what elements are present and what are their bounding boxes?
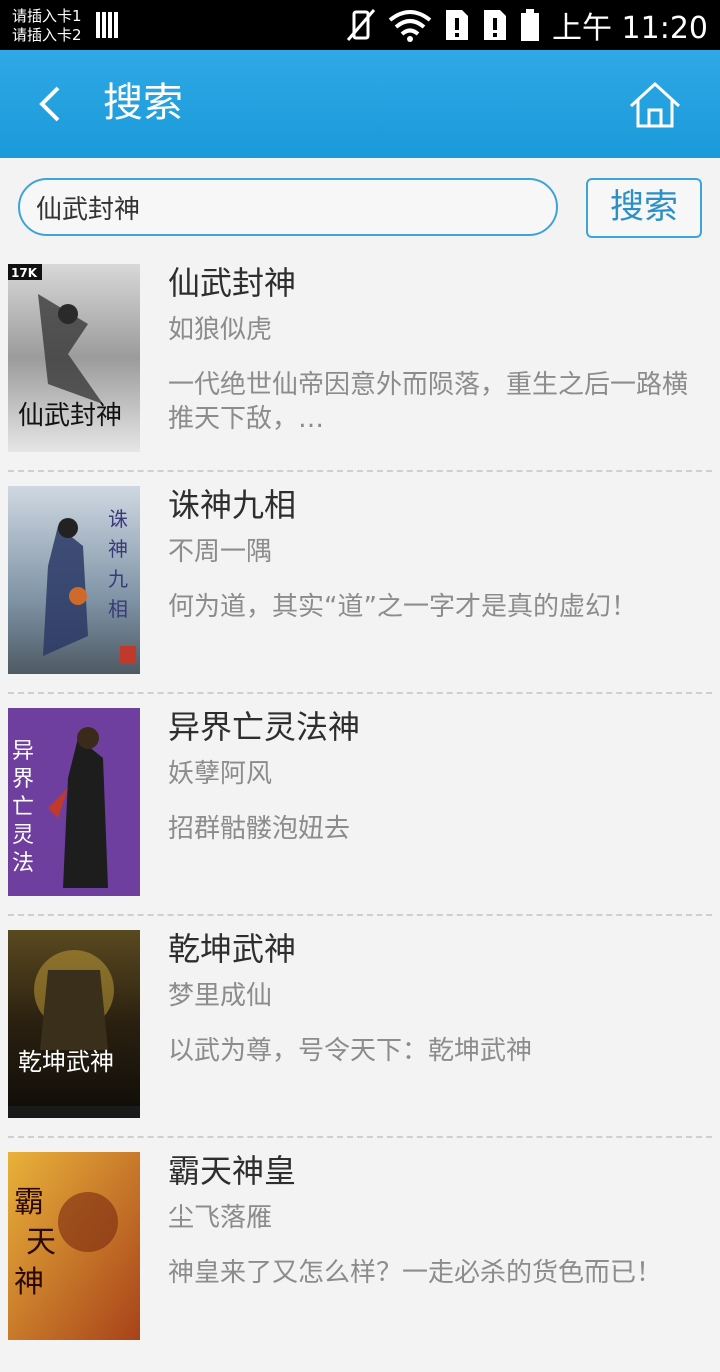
book-title: 霸天神皇: [168, 1152, 297, 1190]
svg-text:17K: 17K: [11, 266, 38, 280]
search-field[interactable]: [18, 178, 558, 236]
list-item[interactable]: 乾坤武神 乾坤武神 梦里成仙 以武为尊，号令天下：乾坤武神: [0, 928, 720, 1150]
clock: 上午 11:20: [552, 11, 708, 46]
list-item[interactable]: 霸 天 神 霸天神皇 尘飞落雁 神皇来了又怎么样？一走必杀的货色而已！: [0, 1150, 720, 1372]
divider: [8, 1136, 712, 1138]
book-author: 妖孽阿风: [168, 759, 273, 789]
book-title: 乾坤武神: [168, 930, 297, 968]
app-header: 搜索: [0, 50, 720, 158]
book-cover: 异 界 亡 灵 法: [8, 708, 140, 896]
book-cover: 霸 天 神: [8, 1152, 140, 1340]
book-author: 梦里成仙: [168, 981, 273, 1011]
book-results-list: 17K 仙武封神 仙武封神 如狼似虎 一代绝世仙帝因意外而陨落，重生之后一路横推…: [0, 262, 720, 1372]
wifi-icon: [388, 10, 432, 42]
home-icon[interactable]: [628, 80, 682, 130]
sim-status: 请插入卡1 请插入卡2: [12, 7, 82, 45]
signal-bars-icon: [96, 12, 118, 38]
svg-text:仙武封神: 仙武封神: [18, 401, 122, 431]
book-title: 诛神九相: [168, 486, 297, 524]
vibrate-off-icon: [346, 9, 376, 41]
page-title: 搜索: [103, 80, 183, 126]
sim1-text: 请插入卡1: [12, 7, 82, 25]
svg-text:乾坤武神: 乾坤武神: [18, 1048, 114, 1076]
book-author: 不周一隅: [168, 537, 273, 567]
book-author: 如狼似虎: [168, 315, 273, 345]
book-description: 招群骷髅泡妞去: [168, 814, 351, 844]
list-item[interactable]: 17K 仙武封神 仙武封神 如狼似虎 一代绝世仙帝因意外而陨落，重生之后一路横推…: [0, 262, 720, 484]
book-description: 以武为尊，号令天下：乾坤武神: [168, 1036, 533, 1066]
svg-text:诛: 诛: [108, 507, 128, 531]
svg-text:霸: 霸: [14, 1185, 44, 1220]
svg-text:异: 异: [12, 739, 34, 764]
sim2-text: 请插入卡2: [12, 26, 82, 44]
book-cover: 乾坤武神: [8, 930, 140, 1118]
svg-text:相: 相: [108, 597, 128, 621]
book-cover: 17K 仙武封神: [8, 264, 140, 452]
status-bar: 请插入卡1 请插入卡2 上午 11:20: [0, 0, 720, 50]
svg-text:亡: 亡: [12, 795, 34, 820]
svg-text:法: 法: [12, 851, 34, 876]
list-item[interactable]: 异 界 亡 灵 法 异界亡灵法神 妖孽阿风 招群骷髅泡妞去: [0, 706, 720, 928]
book-description: 一代绝世仙帝因意外而陨落，重生之后一路横推天下敌，…: [168, 370, 689, 434]
sim-missing-icon-1: [446, 10, 468, 40]
divider: [8, 692, 712, 694]
book-title: 仙武封神: [168, 264, 297, 302]
search-button[interactable]: 搜索: [586, 178, 702, 238]
book-title: 异界亡灵法神: [168, 708, 361, 746]
back-button[interactable]: [30, 82, 70, 126]
book-description: 何为道，其实“道”之一字才是真的虚幻！: [168, 592, 637, 622]
book-cover: 诛 神 九 相: [8, 486, 140, 674]
svg-text:神: 神: [14, 1265, 44, 1300]
divider: [8, 914, 712, 916]
svg-text:九: 九: [108, 567, 128, 591]
sim-missing-icon-2: [484, 10, 506, 40]
svg-text:神: 神: [108, 537, 128, 561]
svg-text:界: 界: [12, 767, 34, 792]
svg-text:灵: 灵: [12, 823, 34, 848]
search-input[interactable]: [36, 180, 536, 234]
list-item[interactable]: 诛 神 九 相 诛神九相 不周一隅 何为道，其实“道”之一字才是真的虚幻！: [0, 484, 720, 706]
status-icons: 上午 11:20: [346, 0, 708, 50]
battery-icon: [521, 9, 539, 41]
svg-text:天: 天: [26, 1225, 56, 1260]
book-author: 尘飞落雁: [168, 1203, 273, 1233]
divider: [8, 470, 712, 472]
book-description: 神皇来了又怎么样？一走必杀的货色而已！: [168, 1258, 663, 1288]
